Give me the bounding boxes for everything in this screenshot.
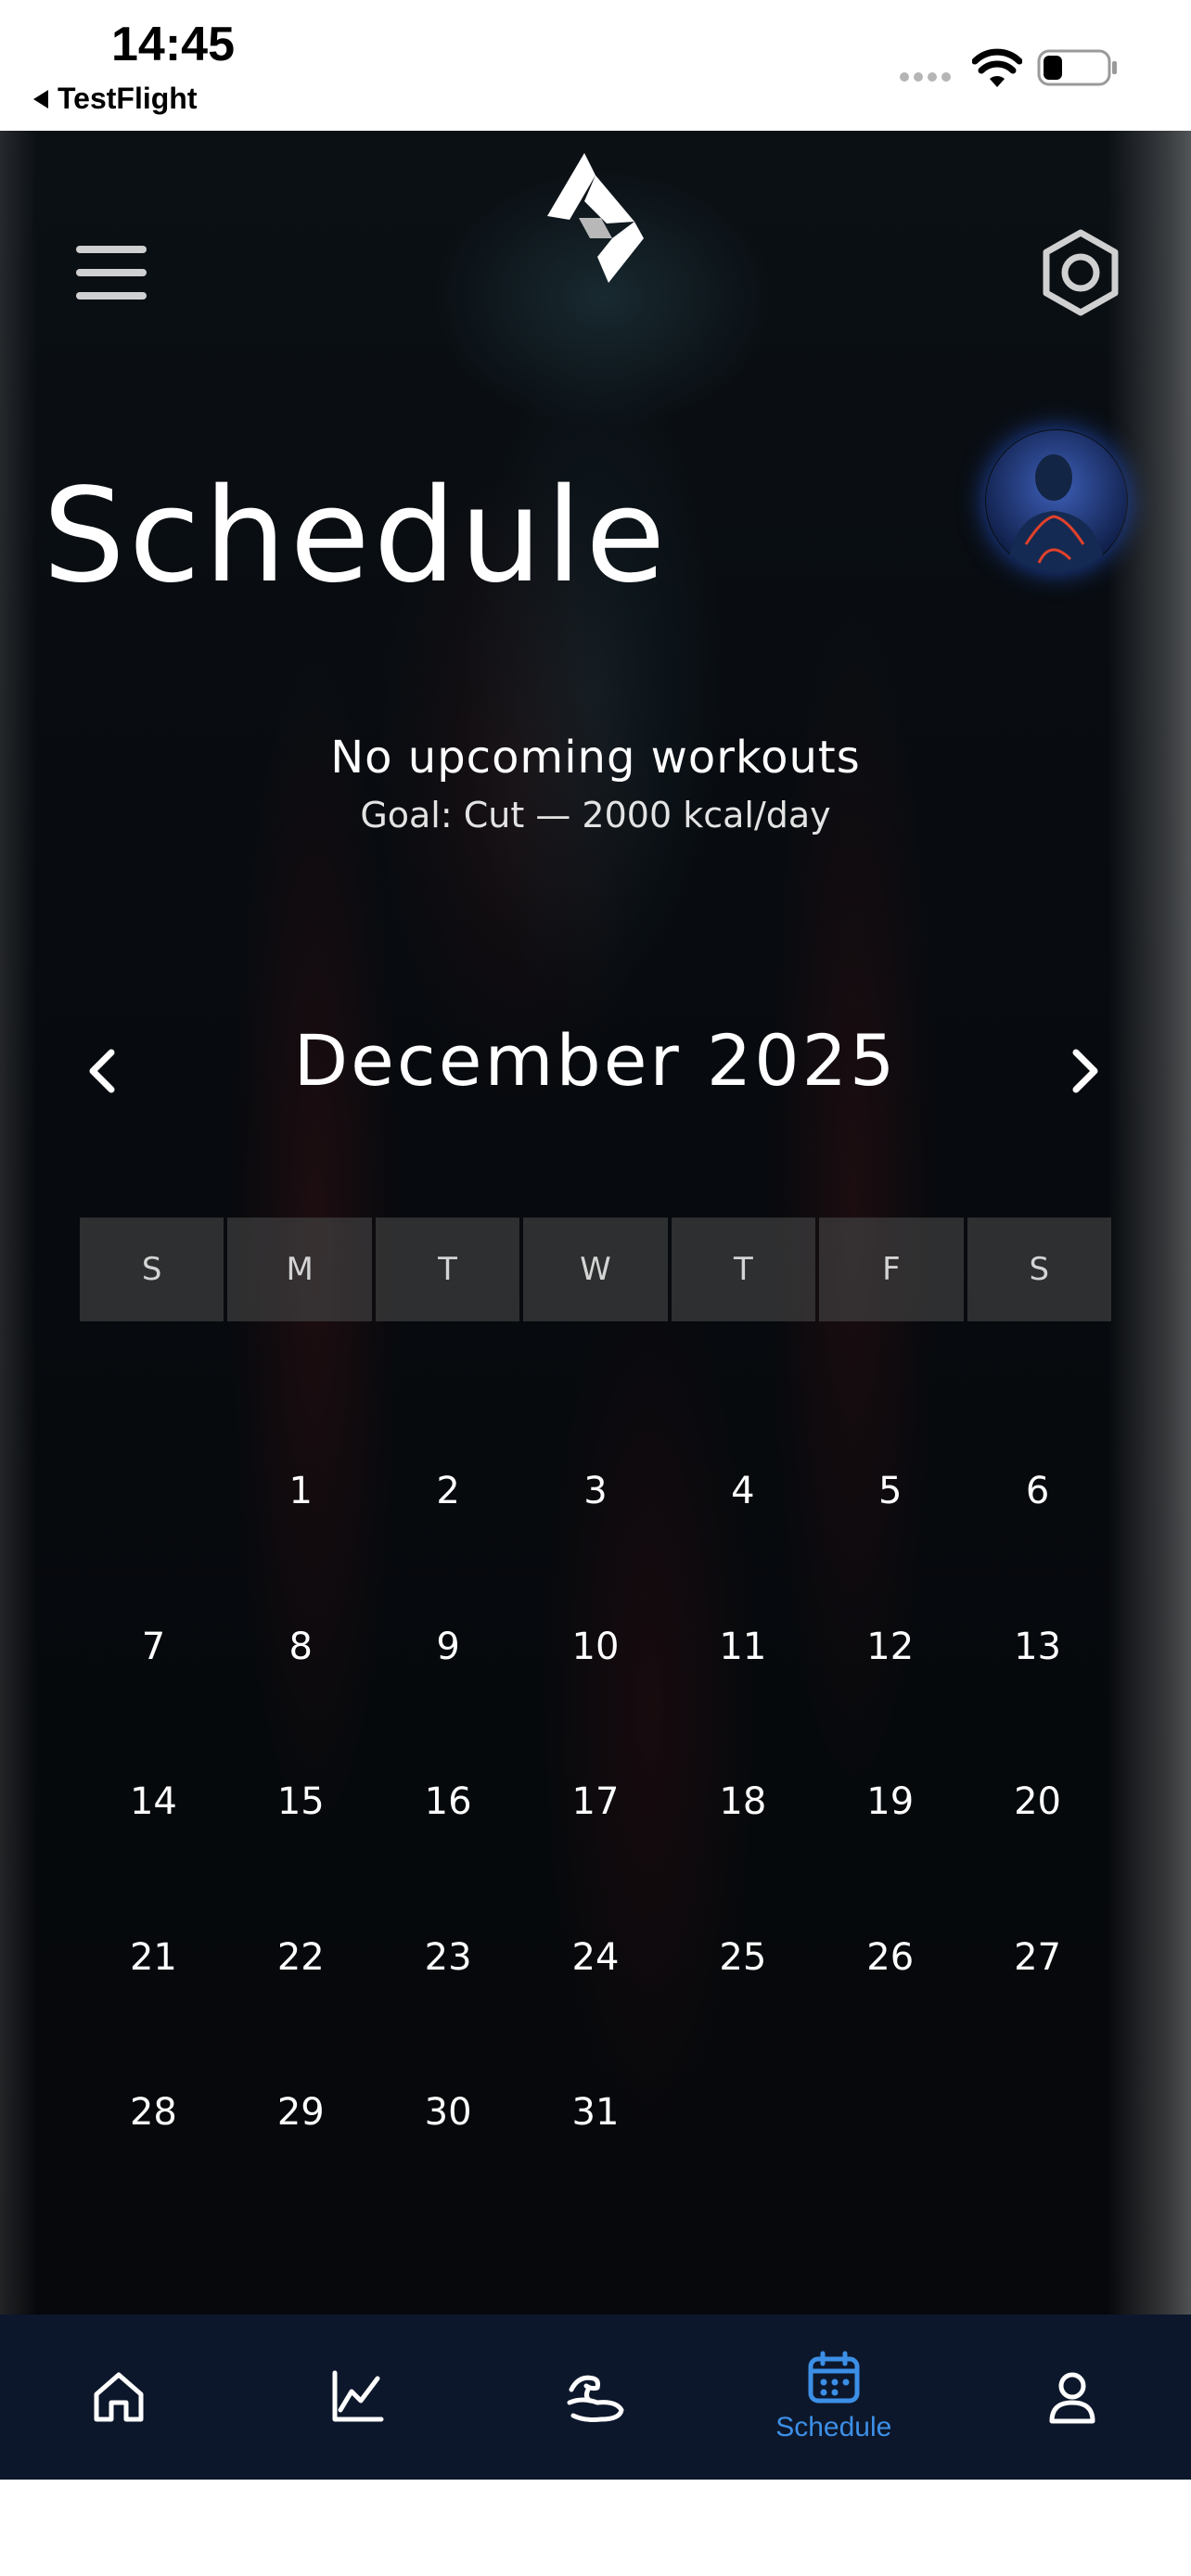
calendar-day-29[interactable]: 29 (227, 2034, 375, 2189)
weekday-friday: F (819, 1218, 964, 1321)
calendar-day-14[interactable]: 14 (80, 1723, 227, 1879)
weekday-monday: M (227, 1218, 372, 1321)
calendar-day-25[interactable]: 25 (669, 1879, 816, 2034)
calendar-blank-cell (80, 1412, 227, 1568)
calendar-icon (808, 2351, 860, 2404)
calendar-day-27[interactable]: 27 (964, 1879, 1111, 2034)
weekday-tuesday: T (375, 1218, 520, 1321)
app-screen: Schedule No upcoming workouts Goal: Cut … (0, 131, 1191, 2315)
tab-schedule[interactable]: Schedule (714, 2315, 953, 2480)
calendar-day-2[interactable]: 2 (375, 1412, 522, 1568)
hamburger-menu-icon[interactable] (74, 242, 148, 303)
calendar-day-24[interactable]: 24 (522, 1879, 670, 2034)
settings-hexagon-icon[interactable] (1041, 229, 1121, 316)
calendar-day-21[interactable]: 21 (80, 1879, 227, 2034)
home-indicator-area (0, 2480, 1191, 2576)
status-time: 14:45 (111, 18, 235, 71)
home-icon (94, 2372, 144, 2422)
wifi-icon (972, 48, 1022, 87)
back-to-testflight-button[interactable]: TestFlight (33, 82, 198, 116)
tab-schedule-label: Schedule (775, 2412, 892, 2442)
weekday-saturday: S (967, 1218, 1111, 1321)
battery-icon (1037, 49, 1117, 86)
calendar-day-7[interactable]: 7 (80, 1568, 227, 1724)
calendar-day-12[interactable]: 12 (816, 1568, 964, 1724)
tab-progress[interactable] (238, 2315, 477, 2480)
page-title: Schedule (43, 461, 670, 612)
month-label: December 2025 (293, 1019, 898, 1102)
calendar-day-1[interactable]: 1 (227, 1412, 375, 1568)
weekday-sunday: S (80, 1218, 224, 1321)
tab-bar: Schedule (0, 2315, 1191, 2480)
calendar-grid: 1 2 3 4 5 6 7 8 9 10 11 12 13 14 15 16 17 18 19 20 21 22 23 24 2… (80, 1412, 1111, 2189)
calendar-day-30[interactable]: 30 (375, 2034, 522, 2189)
weekday-header: S M T W T F S (80, 1218, 1111, 1321)
calendar-day-28[interactable]: 28 (80, 2034, 227, 2189)
cellular-signal-icon (900, 72, 951, 82)
calendar-day-18[interactable]: 18 (669, 1723, 816, 1879)
calendar-day-6[interactable]: 6 (964, 1412, 1111, 1568)
calendar-day-13[interactable]: 13 (964, 1568, 1111, 1724)
weekday-thursday: T (671, 1218, 816, 1321)
tab-workouts[interactable] (477, 2315, 715, 2480)
calendar-day-10[interactable]: 10 (522, 1568, 670, 1724)
profile-icon (1049, 2372, 1095, 2424)
muscle-icon (567, 2375, 624, 2422)
app-logo-icon (547, 153, 644, 283)
tab-profile[interactable] (953, 2315, 1191, 2480)
avatar[interactable] (985, 429, 1128, 572)
goal-text: Goal: Cut — 2000 kcal/day (360, 795, 831, 835)
calendar-day-5[interactable]: 5 (816, 1412, 964, 1568)
calendar-day-17[interactable]: 17 (522, 1723, 670, 1879)
back-arrow-icon (33, 89, 48, 108)
back-label: TestFlight (58, 82, 198, 115)
calendar-day-31[interactable]: 31 (522, 2034, 670, 2189)
chart-icon (332, 2370, 384, 2422)
calendar-day-4[interactable]: 4 (669, 1412, 816, 1568)
no-workouts-message: No upcoming workouts (330, 732, 861, 784)
next-month-chevron-icon[interactable] (1057, 1034, 1113, 1108)
calendar-day-9[interactable]: 9 (375, 1568, 522, 1724)
calendar-day-19[interactable]: 19 (816, 1723, 964, 1879)
calendar-day-3[interactable]: 3 (522, 1412, 670, 1568)
calendar-day-23[interactable]: 23 (375, 1879, 522, 2034)
calendar-day-11[interactable]: 11 (669, 1568, 816, 1724)
weekday-wednesday: W (523, 1218, 668, 1321)
calendar-day-15[interactable]: 15 (227, 1723, 375, 1879)
status-bar: 14:45 TestFlight (0, 0, 1191, 131)
calendar-day-16[interactable]: 16 (375, 1723, 522, 1879)
calendar-day-26[interactable]: 26 (816, 1879, 964, 2034)
tab-home[interactable] (0, 2315, 238, 2480)
calendar-day-8[interactable]: 8 (227, 1568, 375, 1724)
calendar-day-20[interactable]: 20 (964, 1723, 1111, 1879)
calendar-day-22[interactable]: 22 (227, 1879, 375, 2034)
